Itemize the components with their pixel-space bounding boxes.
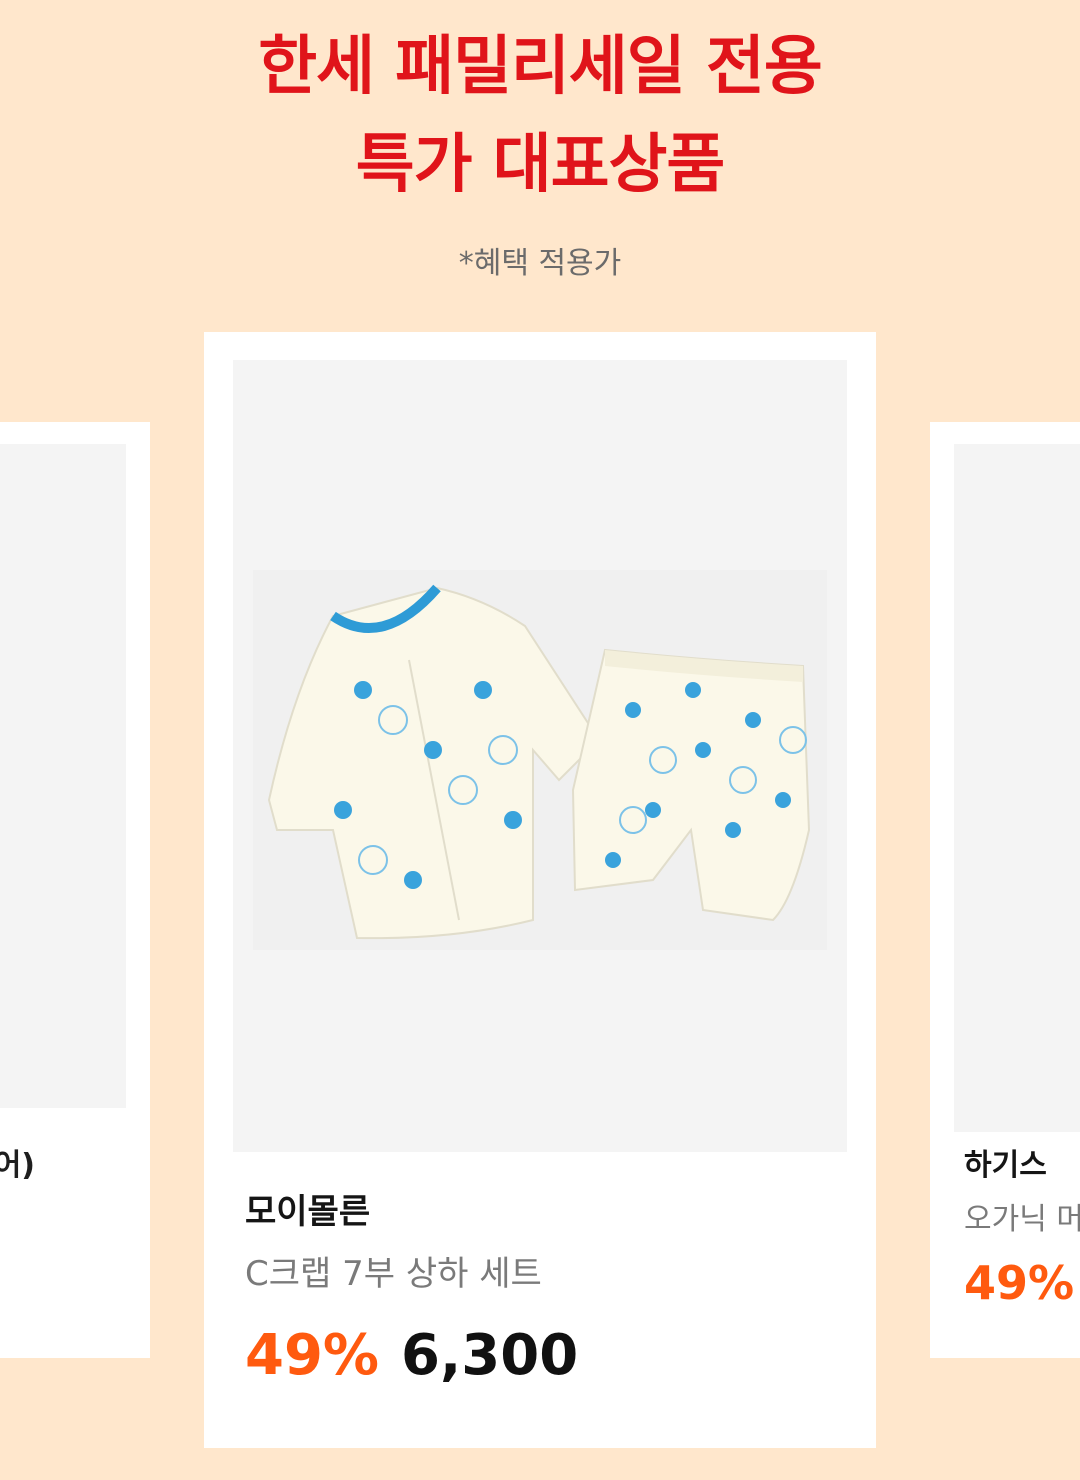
product-name-right: 오가닉 머 — [964, 1202, 1080, 1237]
promo-title: 한세 패밀리세일 전용 특가 대표상품 — [0, 18, 1080, 214]
discount-rate: 49% — [245, 1323, 380, 1388]
sale-price: 6,300 — [401, 1323, 579, 1388]
product-name: C크랩 7부 상하 세트 — [245, 1254, 542, 1294]
promo-title-line1: 한세 패밀리세일 전용 — [258, 30, 822, 104]
baby-pajama-set-icon — [253, 570, 827, 950]
product-image-left[interactable] — [0, 444, 126, 1108]
product-image-right[interactable] — [954, 444, 1080, 1132]
product-card-center[interactable]: 모이몰른 C크랩 7부 상하 세트 49% 6,300 — [204, 332, 876, 1448]
product-card-right[interactable]: 하기스 오가닉 머 49% — [930, 422, 1080, 1358]
discount-rate-right: 49% — [964, 1256, 1075, 1310]
product-name-left-partial: 어) — [0, 1148, 35, 1183]
product-brand: 모이몰른 — [245, 1192, 371, 1232]
product-brand-right: 하기스 — [964, 1148, 1047, 1183]
price-row: 49% 6,300 — [245, 1322, 578, 1390]
product-card-left[interactable]: 어) — [0, 422, 150, 1358]
product-image-center[interactable] — [233, 360, 847, 1152]
benefit-note: *혜택 적용가 — [458, 246, 622, 281]
promo-title-line2: 특가 대표상품 — [355, 128, 726, 202]
